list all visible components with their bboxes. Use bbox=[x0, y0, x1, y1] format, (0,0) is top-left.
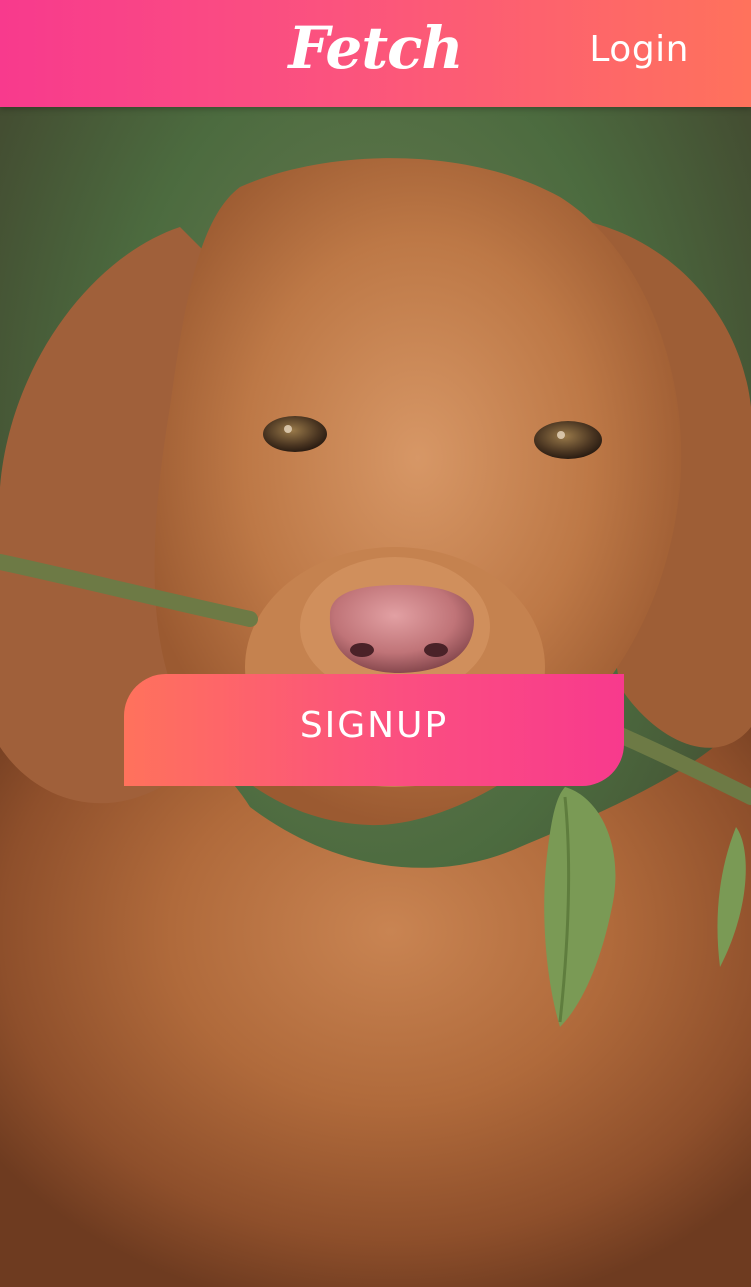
landing-screen: Fetch Login SIGNUP bbox=[0, 0, 751, 1287]
app-logo-text[interactable]: Fetch bbox=[288, 14, 463, 82]
app-header: Fetch Login bbox=[0, 0, 751, 107]
login-link[interactable]: Login bbox=[589, 26, 689, 74]
signup-button[interactable]: SIGNUP bbox=[124, 674, 624, 786]
